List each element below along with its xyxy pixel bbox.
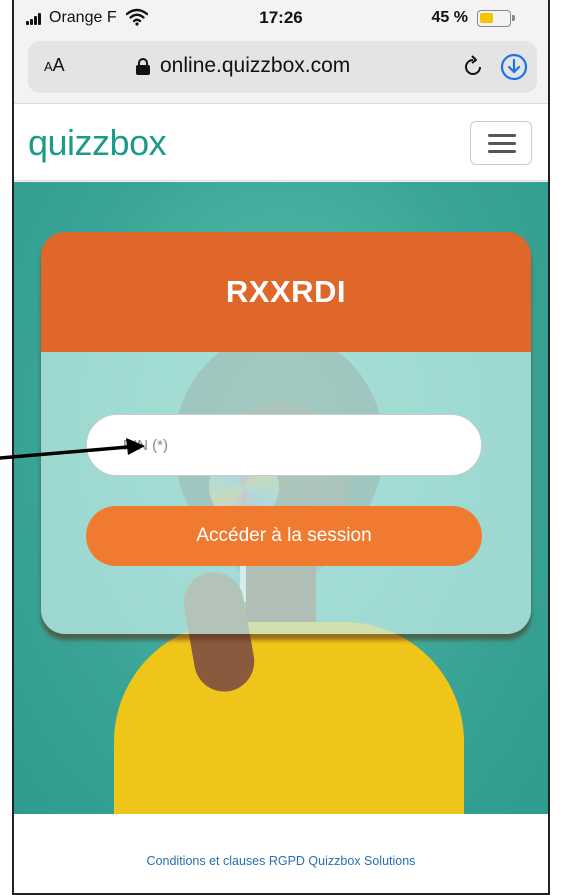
aa-large: A bbox=[52, 55, 65, 75]
lock-icon bbox=[136, 57, 150, 75]
quizzbox-logo[interactable]: quizzbox bbox=[28, 122, 167, 164]
menu-button[interactable] bbox=[470, 121, 532, 165]
url-text: online.quizzbox.com bbox=[160, 54, 351, 77]
annotation-arrow bbox=[0, 438, 145, 460]
access-session-button[interactable]: Accéder à la session bbox=[86, 506, 482, 566]
hero-background: RXXRDI Accéder à la session bbox=[14, 182, 548, 814]
address-bar[interactable]: AA online.quizzbox.com bbox=[28, 41, 537, 93]
download-icon[interactable] bbox=[500, 53, 528, 81]
site-header: quizzbox bbox=[14, 103, 548, 181]
reload-icon[interactable] bbox=[460, 54, 486, 80]
card-header: RXXRDI bbox=[41, 232, 531, 352]
footer: Conditions et clauses RGPD Quizzbox Solu… bbox=[14, 814, 548, 893]
aa-small: A bbox=[44, 59, 53, 74]
battery-percent: 45 % bbox=[431, 9, 468, 26]
session-code: RXXRDI bbox=[225, 274, 347, 309]
card-body: Accéder à la session bbox=[41, 352, 531, 634]
hamburger-icon bbox=[488, 134, 516, 137]
url-field[interactable]: online.quizzbox.com bbox=[136, 54, 350, 78]
battery-icon bbox=[477, 10, 515, 27]
gdpr-link[interactable]: Conditions et clauses RGPD Quizzbox Solu… bbox=[14, 854, 548, 868]
status-bar: Orange F 17:26 45 % bbox=[14, 0, 548, 36]
battery-fill bbox=[480, 13, 493, 23]
text-size-button[interactable]: AA bbox=[44, 55, 65, 76]
